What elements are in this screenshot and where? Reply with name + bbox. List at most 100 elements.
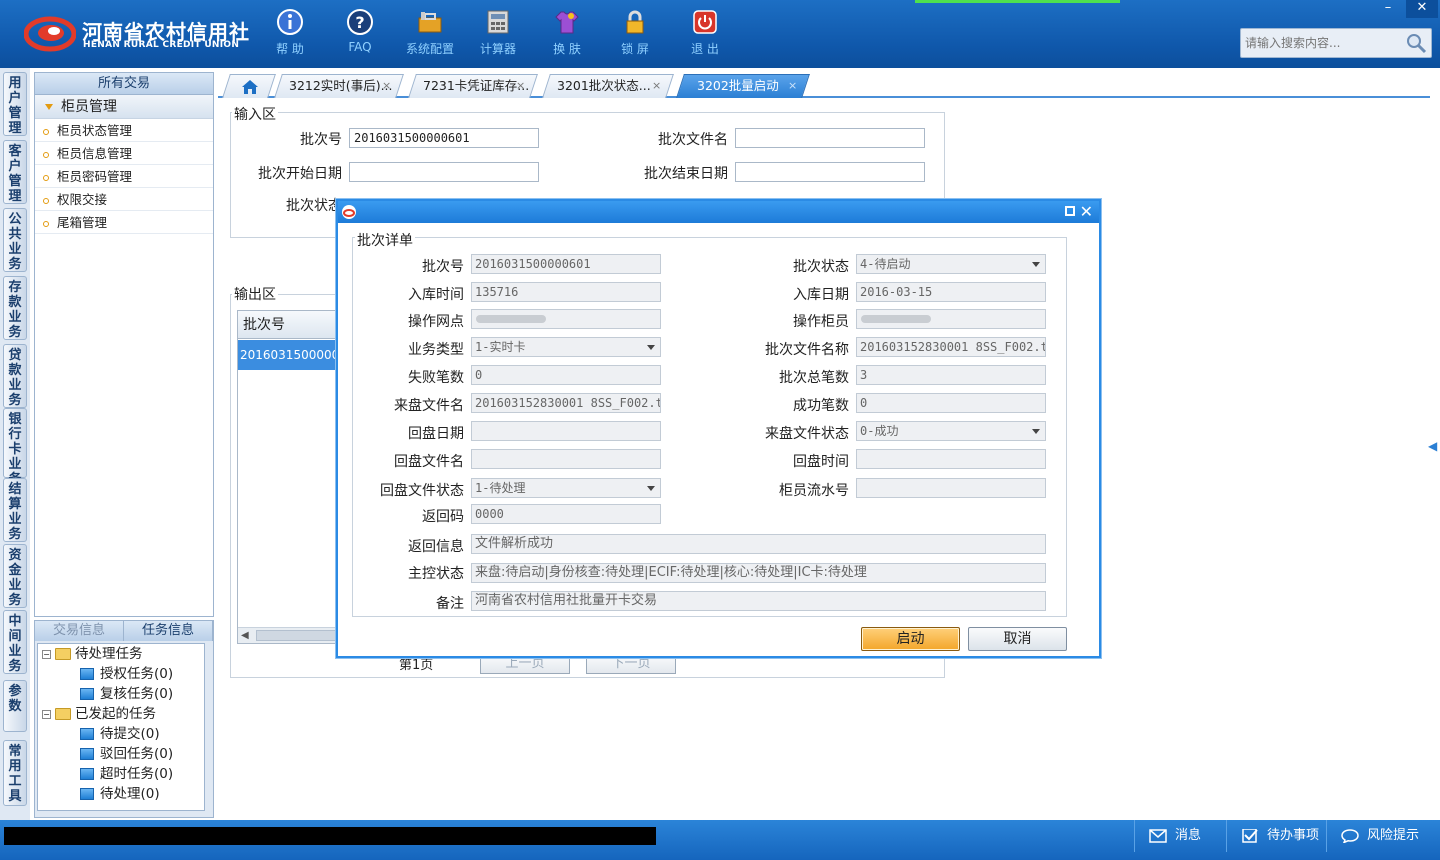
nav-item-permission-handover[interactable]: 权限交接 (35, 188, 213, 211)
search-icon[interactable] (1405, 32, 1427, 54)
start-date-input[interactable] (349, 162, 539, 182)
minimize-button[interactable]: – (1372, 0, 1404, 18)
tab-transaction-info[interactable]: 交易信息 (35, 621, 124, 641)
nav-item-teller-password[interactable]: 柜员密码管理 (35, 165, 213, 188)
tree-node-authorize[interactable]: 授权任务(0) (80, 664, 173, 684)
tree-label: 待处理(0) (100, 786, 160, 802)
calculator-button[interactable]: 计算器 (468, 8, 528, 62)
end-date-input[interactable] (735, 162, 925, 182)
tree-label: 待提交(0) (100, 726, 160, 742)
return-time-field (856, 449, 1046, 469)
task-tree: − 待处理任务 授权任务(0) 复核任务(0) − 已发起的任务 待提交(0) 驳回… (37, 643, 205, 811)
vtab-params[interactable]: 参数 (3, 680, 27, 732)
batch-no-input[interactable]: 2016031500000601 (349, 128, 539, 148)
tab-close-icon[interactable]: × (652, 75, 661, 97)
collapse-right-icon[interactable]: ◀ (1428, 426, 1438, 466)
return-status-select[interactable]: 1-待处理 (471, 478, 661, 498)
tree-label: 复核任务(0) (100, 686, 174, 702)
tree-node-to-submit[interactable]: 待提交(0) (80, 724, 160, 744)
envelope-icon (1149, 828, 1167, 843)
todo-button[interactable]: 待办事项 (1226, 820, 1326, 852)
nav-item-label: 柜员信息管理 (57, 146, 133, 161)
tree-node-rejected[interactable]: 驳回任务(0) (80, 744, 173, 764)
batch-file-input[interactable] (735, 128, 925, 148)
biz-type-select[interactable]: 1-实时卡 (471, 337, 661, 357)
faq-button[interactable]: ? FAQ (330, 8, 390, 62)
vtab-intermediary[interactable]: 中间业务 (3, 610, 27, 674)
exit-label: 退 出 (691, 42, 719, 56)
return-code-field: 0000 (471, 504, 661, 524)
batch-detail-dialog: ✕ 批次详单 批次号 2016031500000601 批次状态 4-待启动 入… (336, 199, 1101, 658)
src-status-select[interactable]: 0-成功 (856, 421, 1046, 441)
grid-header-batch-no[interactable]: 批次号 (238, 311, 336, 339)
info-icon (277, 9, 303, 35)
table-row[interactable]: 2016031500000601 (238, 340, 336, 370)
status-bar: 消息 待办事项 风险提示 (0, 820, 1440, 860)
todo-label: 待办事项 (1267, 828, 1320, 843)
system-config-button[interactable]: 系统配置 (400, 8, 460, 62)
nav-item-teller-status[interactable]: 柜员状态管理 (35, 119, 213, 142)
close-button[interactable]: ✕ (1406, 0, 1438, 18)
batch-status-select[interactable]: 4-待启动 (856, 254, 1046, 274)
close-icon[interactable]: ✕ (1080, 201, 1093, 223)
nav-group-teller[interactable]: 柜员管理 (35, 95, 213, 119)
collapse-icon[interactable]: − (42, 709, 51, 719)
task-icon (80, 728, 94, 740)
tab-task-info[interactable]: 任务信息 (124, 621, 213, 641)
control-status-label: 主控状态 (408, 566, 464, 582)
select-value: 1-实时卡 (475, 340, 526, 354)
cancel-button[interactable]: 取消 (968, 627, 1067, 651)
vtab-customer-mgmt[interactable]: 客户管理 (3, 140, 27, 204)
help-button[interactable]: 帮 助 (260, 8, 320, 62)
tab-close-icon[interactable]: × (516, 75, 525, 97)
nav-item-teller-info[interactable]: 柜员信息管理 (35, 142, 213, 165)
maximize-icon[interactable] (1065, 206, 1075, 216)
vtab-deposit[interactable]: 存款业务 (3, 276, 27, 340)
tab-close-icon[interactable]: × (382, 75, 391, 97)
search-input[interactable] (1241, 29, 1401, 57)
tree-label: 超时任务(0) (100, 766, 174, 782)
tab-3202[interactable]: 3202批量启动 × (676, 74, 810, 98)
return-file-field (471, 449, 661, 469)
tree-node-review[interactable]: 复核任务(0) (80, 684, 173, 704)
nav-header[interactable]: 所有交易 (35, 73, 213, 95)
nav-panel: 所有交易 柜员管理 柜员状态管理 柜员信息管理 柜员密码管理 权限交接 尾箱管理 (34, 72, 214, 617)
tab-3201[interactable]: 3201批次状态... × (542, 74, 674, 98)
tab-3212[interactable]: 3212实时(事后)... × (274, 74, 404, 98)
tab-close-icon[interactable]: × (788, 75, 797, 97)
lock-screen-button[interactable]: 锁 屏 (605, 8, 665, 62)
tree-node-timeout[interactable]: 超时任务(0) (80, 764, 173, 784)
vtab-public-business[interactable]: 公共业务 (3, 208, 27, 272)
home-tab[interactable] (222, 74, 276, 98)
scroll-thumb[interactable] (256, 630, 336, 641)
task-icon (80, 748, 94, 760)
nav-item-label: 柜员状态管理 (57, 123, 133, 138)
tree-node-initiated[interactable]: − 已发起的任务 (42, 704, 156, 724)
vtab-loan[interactable]: 贷款业务 (3, 344, 27, 408)
folder-icon (55, 648, 71, 660)
teller-field (856, 309, 1046, 329)
horizontal-scrollbar[interactable]: ◀ (238, 627, 336, 643)
collapse-icon[interactable]: − (42, 649, 51, 659)
branch-field (471, 309, 661, 329)
tree-node-pending[interactable]: − 待处理任务 (42, 644, 143, 664)
select-value: 4-待启动 (860, 257, 911, 271)
exit-button[interactable]: 退 出 (675, 8, 735, 62)
vtab-user-mgmt[interactable]: 用户管理 (3, 72, 27, 136)
nav-item-tail-box[interactable]: 尾箱管理 (35, 211, 213, 234)
scroll-left-icon[interactable]: ◀ (241, 630, 249, 641)
vtab-bank-card[interactable]: 银行卡业务 (3, 408, 27, 487)
dialog-titlebar[interactable]: ✕ (338, 201, 1099, 223)
tree-node-to-process[interactable]: 待处理(0) (80, 784, 160, 804)
messages-button[interactable]: 消息 (1134, 820, 1226, 852)
tab-7231[interactable]: 7231卡凭证库存... × (408, 74, 538, 98)
start-button[interactable]: 启动 (861, 627, 960, 651)
vtab-funds[interactable]: 资金业务 (3, 544, 27, 608)
logo: 河南省农村信用社 HENAN RURAL CREDIT UNION (24, 12, 249, 56)
vtab-settlement[interactable]: 结算业务 (3, 478, 27, 542)
redacted-bar (4, 827, 656, 845)
logo-text-en: HENAN RURAL CREDIT UNION (83, 40, 240, 50)
skin-button[interactable]: 换 肤 (537, 8, 597, 62)
risk-alert-button[interactable]: 风险提示 (1326, 820, 1440, 852)
vtab-common-tools[interactable]: 常用工具 (3, 740, 27, 806)
